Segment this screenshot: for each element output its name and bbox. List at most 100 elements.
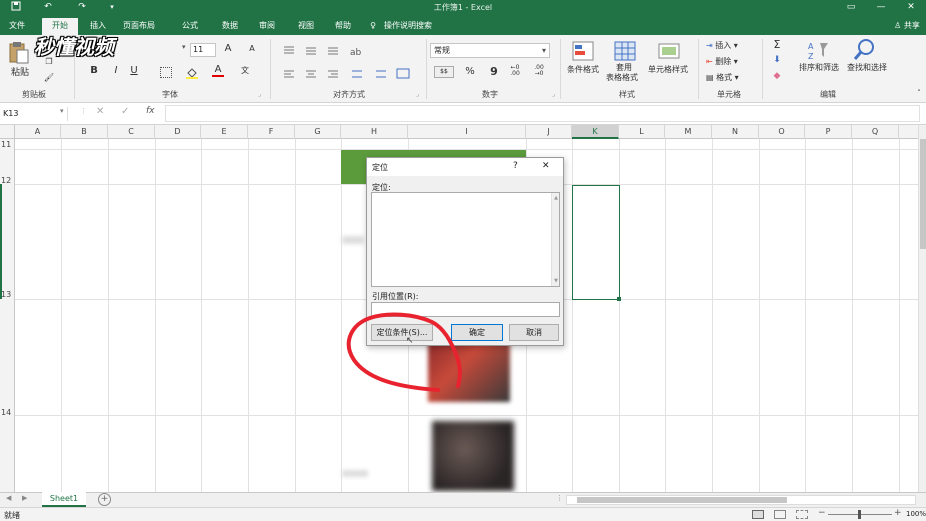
format-as-table-label-b[interactable]: 表格格式 (600, 72, 644, 83)
column-header[interactable]: M (665, 125, 712, 139)
ribbon-display-icon[interactable]: ▭ (836, 0, 866, 15)
zoom-out-icon[interactable]: − (818, 508, 826, 518)
column-header-selected[interactable]: K (572, 125, 619, 139)
clear-icon[interactable]: ◆ (770, 71, 784, 81)
listbox-scrollbar[interactable] (551, 193, 559, 286)
column-header[interactable]: G (295, 125, 341, 139)
scroll-down-icon[interactable]: ▼ (554, 278, 558, 284)
borders-icon[interactable] (160, 67, 172, 78)
accounting-format-icon[interactable]: $$ (434, 66, 454, 78)
fill-handle[interactable] (617, 297, 621, 301)
tab-help[interactable]: 帮助 (328, 18, 358, 35)
column-header[interactable]: P (805, 125, 852, 139)
confirm-entry-icon[interactable]: ✓ (121, 106, 129, 117)
font-size-select[interactable]: 11 (190, 43, 216, 57)
insert-cells-button[interactable]: ⇥ 插入 ▾ (706, 40, 756, 51)
alignment-dialog-launcher-icon[interactable]: ⌟ (416, 91, 419, 98)
column-header[interactable]: O (759, 125, 805, 139)
column-header[interactable]: J (526, 125, 572, 139)
column-header[interactable]: B (61, 125, 108, 139)
autosum-button[interactable]: Σ (770, 38, 784, 51)
tell-me-search[interactable]: 操作说明搜索 (380, 18, 436, 35)
zoom-slider-thumb[interactable] (858, 510, 861, 519)
number-format-select[interactable]: 常规 ▾ (430, 43, 550, 58)
cell-styles-icon[interactable] (656, 40, 682, 64)
minimize-icon[interactable]: — (866, 0, 896, 15)
next-sheet-icon[interactable]: ▶ (22, 494, 27, 502)
sheet-tab[interactable]: Sheet1 (42, 492, 86, 507)
column-header[interactable]: E (201, 125, 248, 139)
tab-file[interactable]: 文件 (4, 18, 30, 35)
vertical-scroll-thumb[interactable] (920, 139, 926, 249)
name-box[interactable]: K13 (0, 107, 68, 121)
grow-font-button[interactable]: A (222, 43, 234, 54)
zoom-level[interactable]: 100% (906, 510, 926, 518)
goto-listbox[interactable]: ▲ ▼ (371, 192, 560, 287)
decrease-decimal-icon[interactable]: .00 →0 (532, 65, 546, 77)
page-break-view-icon[interactable] (796, 510, 808, 519)
insert-function-icon[interactable]: fx (146, 106, 155, 116)
tab-view[interactable]: 视图 (292, 18, 320, 35)
format-as-table-icon[interactable] (612, 40, 638, 64)
share-button[interactable]: ♙ 共享 (890, 18, 924, 35)
delete-cells-button[interactable]: ⇤ 删除 ▾ (706, 56, 756, 67)
fill-color-icon[interactable] (186, 67, 198, 79)
scroll-up-icon[interactable]: ▲ (554, 195, 558, 201)
column-header[interactable]: F (248, 125, 295, 139)
font-name-dropdown-arrow[interactable]: ▾ (182, 43, 190, 57)
row-header[interactable]: 13 (0, 290, 15, 299)
cell-styles-label[interactable]: 单元格样式 (644, 64, 692, 75)
page-layout-view-icon[interactable] (774, 510, 786, 519)
name-box-dropdown-icon[interactable]: ▾ (60, 107, 64, 115)
sort-filter-icon[interactable]: AZ (806, 39, 830, 63)
increase-decimal-icon[interactable]: ←0.00 (508, 65, 522, 77)
row-header[interactable]: 12 (0, 176, 15, 185)
prev-sheet-icon[interactable]: ◀ (6, 494, 11, 502)
font-color-button[interactable]: A (212, 64, 224, 77)
column-header[interactable]: L (619, 125, 665, 139)
vertical-scrollbar[interactable] (918, 125, 926, 492)
close-icon[interactable]: ✕ (542, 161, 550, 171)
conditional-format-label[interactable]: 条件格式 (562, 64, 604, 75)
help-icon[interactable]: ? (513, 161, 518, 171)
cancel-entry-icon[interactable]: ✕ (96, 106, 104, 117)
conditional-format-icon[interactable] (570, 40, 596, 64)
format-painter-icon[interactable]: 🖌 (42, 73, 56, 82)
horizontal-scrollbar[interactable] (566, 495, 916, 505)
number-dialog-launcher-icon[interactable]: ⌟ (552, 91, 555, 98)
comma-style-button[interactable]: 9 (488, 65, 500, 78)
column-header[interactable]: Q (852, 125, 899, 139)
find-select-label[interactable]: 查找和选择 (844, 62, 890, 73)
column-header[interactable]: I (408, 125, 526, 139)
close-window-icon[interactable]: ✕ (896, 0, 926, 15)
italic-button[interactable]: I (110, 65, 122, 76)
collapse-ribbon-icon[interactable]: ˄ (914, 89, 924, 97)
sort-filter-label[interactable]: 排序和筛选 (796, 62, 842, 73)
formula-input[interactable] (165, 105, 920, 122)
horizontal-scroll-thumb[interactable] (577, 497, 787, 503)
zoom-in-icon[interactable]: + (894, 508, 902, 518)
shrink-font-button[interactable]: A (246, 44, 258, 53)
add-sheet-icon[interactable]: + (98, 493, 111, 506)
row-header[interactable]: 11 (0, 140, 15, 149)
tab-data[interactable]: 数据 (214, 18, 246, 35)
percent-button[interactable]: % (464, 66, 476, 77)
format-cells-button[interactable]: ▤ 格式 ▾ (706, 72, 756, 83)
column-header[interactable]: N (712, 125, 759, 139)
paste-icon[interactable] (8, 41, 30, 65)
underline-button[interactable]: U (128, 65, 140, 76)
cancel-button[interactable]: 取消 (509, 324, 559, 341)
row-header[interactable]: 14 (0, 408, 15, 417)
tab-review[interactable]: 审阅 (252, 18, 282, 35)
bold-button[interactable]: B (88, 65, 100, 76)
column-header[interactable]: C (108, 125, 155, 139)
phonetic-icon[interactable]: 文 (238, 65, 252, 76)
select-all-corner[interactable] (0, 125, 15, 139)
normal-view-icon[interactable] (752, 510, 764, 519)
active-cell[interactable] (572, 185, 620, 300)
column-header[interactable]: H (341, 125, 408, 139)
fill-icon[interactable]: ⬇ (770, 55, 784, 65)
column-header[interactable]: D (155, 125, 201, 139)
paste-label[interactable]: 粘贴 (8, 65, 32, 78)
find-select-icon[interactable] (852, 38, 878, 62)
